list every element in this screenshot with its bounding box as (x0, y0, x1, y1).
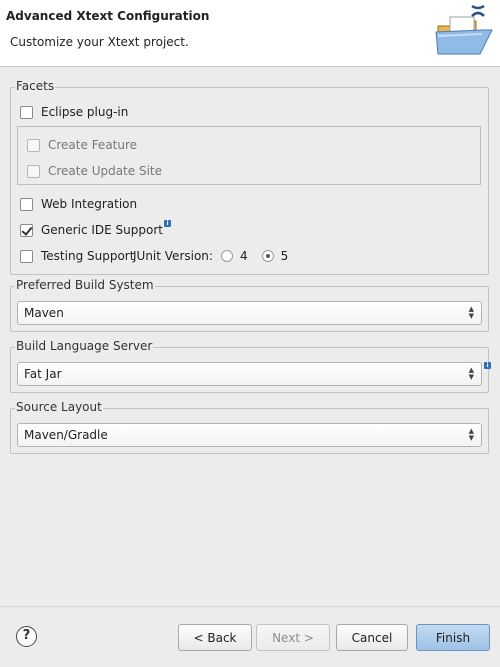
wizard-subtitle: Customize your Xtext project. (10, 35, 189, 49)
web-integration-checkbox[interactable] (20, 197, 33, 211)
back-button[interactable]: < Back (178, 624, 252, 651)
next-button[interactable]: Next > (256, 624, 330, 651)
info-icon[interactable]: i (484, 362, 491, 369)
junit-5-label: 5 (280, 249, 289, 263)
web-integration-label: Web Integration (41, 197, 138, 211)
wizard-title: Advanced Xtext Configuration (6, 9, 210, 23)
create-feature-checkbox[interactable] (27, 138, 40, 152)
info-icon[interactable]: i (163, 219, 171, 227)
language-server-legend: Build Language Server (15, 339, 154, 353)
create-update-site-checkbox-row[interactable]: Create Update Site (27, 162, 162, 180)
build-system-legend: Preferred Build System (15, 278, 155, 292)
junit-version-label: JUnit Version: (133, 249, 213, 263)
junit-version-row: JUnit Version: 4 5 (133, 247, 288, 265)
language-server-select[interactable]: Fat Jar ▲ ▼ (17, 362, 482, 386)
testing-support-label: Testing Support (41, 249, 135, 263)
junit-4-label: 4 (239, 249, 248, 263)
testing-support-checkbox-row[interactable]: Testing Support (20, 247, 134, 265)
wizard-header: Advanced Xtext Configuration Customize y… (0, 0, 500, 67)
source-layout-value: Maven/Gradle (24, 428, 108, 442)
combo-arrows-icon: ▲ ▼ (468, 305, 474, 320)
testing-support-checkbox[interactable] (20, 249, 33, 263)
create-feature-checkbox-row[interactable]: Create Feature (27, 136, 137, 154)
combo-arrows-icon: ▲ ▼ (468, 366, 474, 381)
help-icon[interactable]: ? (16, 626, 37, 647)
create-update-site-label: Create Update Site (48, 164, 162, 178)
source-layout-legend: Source Layout (15, 400, 103, 414)
web-integration-checkbox-row[interactable]: Web Integration (20, 195, 137, 213)
generic-ide-support-checkbox[interactable] (20, 223, 33, 237)
footer-separator (0, 606, 500, 607)
eclipse-plugin-checkbox[interactable] (20, 105, 33, 119)
junit-5-radio[interactable] (261, 250, 274, 262)
cancel-button[interactable]: Cancel (336, 624, 408, 651)
eclipse-plugin-label: Eclipse plug-in (41, 105, 129, 119)
finish-button[interactable]: Finish (416, 624, 490, 651)
combo-arrows-icon: ▲ ▼ (468, 427, 474, 442)
folder-banner-icon (435, 4, 493, 55)
build-system-value: Maven (24, 306, 64, 320)
create-update-site-checkbox[interactable] (27, 164, 40, 178)
create-feature-label: Create Feature (48, 138, 138, 152)
wizard-window: Advanced Xtext Configuration Customize y… (0, 0, 500, 667)
generic-ide-support-checkbox-row[interactable]: Generic IDE Support i (20, 219, 171, 239)
junit-4-radio[interactable] (220, 250, 233, 262)
generic-ide-support-label: Generic IDE Support (41, 223, 163, 237)
facets-legend: Facets (15, 79, 56, 93)
build-system-select[interactable]: Maven ▲ ▼ (17, 301, 482, 325)
language-server-value: Fat Jar (24, 367, 62, 381)
eclipse-plugin-checkbox-row[interactable]: Eclipse plug-in (20, 103, 128, 121)
source-layout-select[interactable]: Maven/Gradle ▲ ▼ (17, 423, 482, 447)
